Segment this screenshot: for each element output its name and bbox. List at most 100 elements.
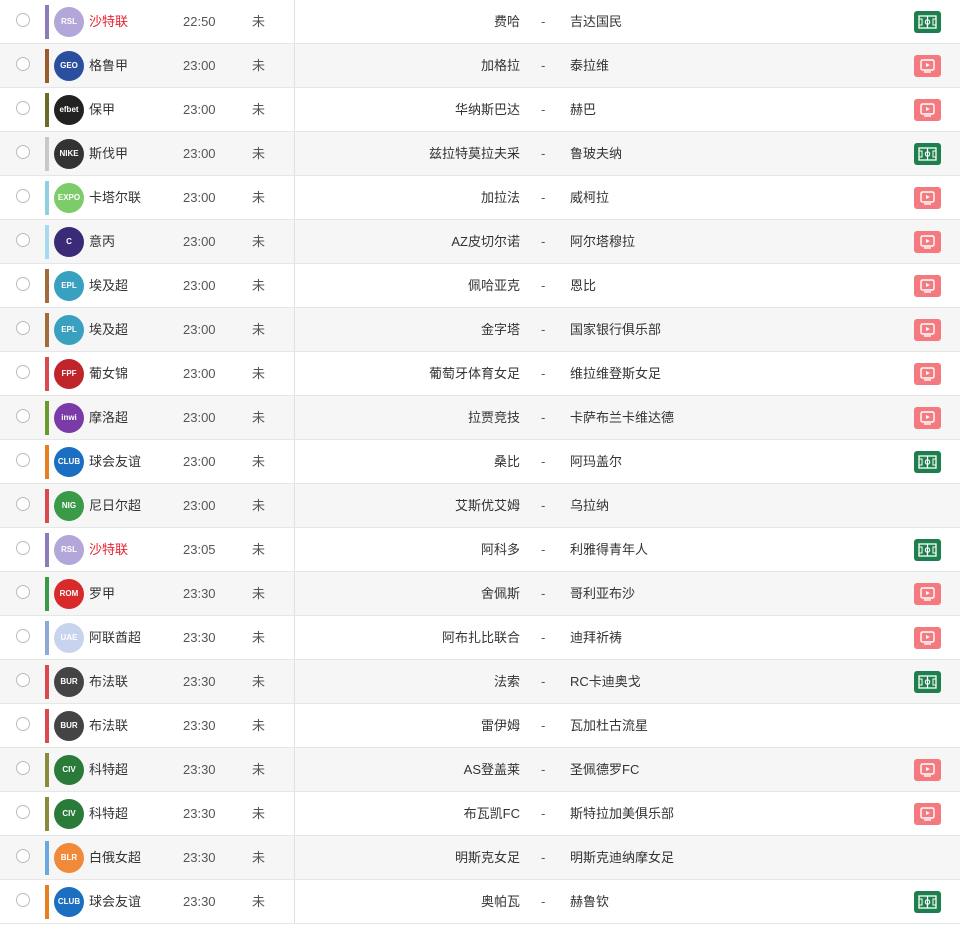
tv-icon[interactable] bbox=[914, 187, 941, 209]
home-team[interactable]: 法索 bbox=[320, 660, 520, 703]
table-row[interactable]: CIV 科特超 23:30 未 AS登盖莱 - 圣佩德罗FC bbox=[0, 748, 960, 792]
home-team[interactable]: 拉贾竞技 bbox=[320, 396, 520, 439]
select-radio[interactable] bbox=[16, 761, 30, 775]
league-name[interactable]: 葡女锦 bbox=[89, 352, 179, 395]
select-radio[interactable] bbox=[16, 717, 30, 731]
field-icon[interactable] bbox=[914, 891, 941, 913]
home-team[interactable]: 华纳斯巴达 bbox=[320, 88, 520, 131]
tv-icon[interactable] bbox=[914, 627, 941, 649]
tv-icon[interactable] bbox=[914, 803, 941, 825]
select-radio[interactable] bbox=[16, 585, 30, 599]
tv-icon[interactable] bbox=[914, 231, 941, 253]
away-team[interactable]: 卡萨布兰卡维达德 bbox=[570, 396, 770, 439]
away-team[interactable]: 赫巴 bbox=[570, 88, 770, 131]
away-team[interactable]: 乌拉纳 bbox=[570, 484, 770, 527]
select-radio[interactable] bbox=[16, 629, 30, 643]
home-team[interactable]: 费哈 bbox=[320, 0, 520, 43]
home-team[interactable]: 雷伊姆 bbox=[320, 704, 520, 747]
select-radio[interactable] bbox=[16, 145, 30, 159]
table-row[interactable]: ROM 罗甲 23:30 未 舍佩斯 - 哥利亚布沙 bbox=[0, 572, 960, 616]
table-row[interactable]: BLR 白俄女超 23:30 未 明斯克女足 - 明斯克迪纳摩女足 bbox=[0, 836, 960, 880]
select-radio[interactable] bbox=[16, 57, 30, 71]
away-team[interactable]: 泰拉维 bbox=[570, 44, 770, 87]
table-row[interactable]: RSL 沙特联 22:50 未 费哈 - 吉达国民 bbox=[0, 0, 960, 44]
league-name[interactable]: 沙特联 bbox=[89, 528, 179, 571]
away-team[interactable]: 斯特拉加美俱乐部 bbox=[570, 792, 770, 835]
table-row[interactable]: inwi 摩洛超 23:00 未 拉贾竞技 - 卡萨布兰卡维达德 bbox=[0, 396, 960, 440]
home-team[interactable]: 兹拉特莫拉夫采 bbox=[320, 132, 520, 175]
home-team[interactable]: 奥帕瓦 bbox=[320, 880, 520, 923]
league-name[interactable]: 布法联 bbox=[89, 660, 179, 703]
home-team[interactable]: 阿布扎比联合 bbox=[320, 616, 520, 659]
away-team[interactable]: 赫鲁钦 bbox=[570, 880, 770, 923]
tv-icon[interactable] bbox=[914, 759, 941, 781]
away-team[interactable]: 阿尔塔穆拉 bbox=[570, 220, 770, 263]
tv-icon[interactable] bbox=[914, 99, 941, 121]
league-name[interactable]: 保甲 bbox=[89, 88, 179, 131]
select-radio[interactable] bbox=[16, 497, 30, 511]
select-radio[interactable] bbox=[16, 453, 30, 467]
league-name[interactable]: 斯伐甲 bbox=[89, 132, 179, 175]
select-radio[interactable] bbox=[16, 541, 30, 555]
away-team[interactable]: 鲁玻夫纳 bbox=[570, 132, 770, 175]
table-row[interactable]: RSL 沙特联 23:05 未 阿科多 - 利雅得青年人 bbox=[0, 528, 960, 572]
league-name[interactable]: 白俄女超 bbox=[89, 836, 179, 879]
league-name[interactable]: 尼日尔超 bbox=[89, 484, 179, 527]
select-radio[interactable] bbox=[16, 893, 30, 907]
home-team[interactable]: AZ皮切尔诺 bbox=[320, 220, 520, 263]
home-team[interactable]: 布瓦凯FC bbox=[320, 792, 520, 835]
league-name[interactable]: 阿联酋超 bbox=[89, 616, 179, 659]
select-radio[interactable] bbox=[16, 321, 30, 335]
table-row[interactable]: BUR 布法联 23:30 未 法索 - RC卡迪奥戈 bbox=[0, 660, 960, 704]
table-row[interactable]: efbet 保甲 23:00 未 华纳斯巴达 - 赫巴 bbox=[0, 88, 960, 132]
league-name[interactable]: 沙特联 bbox=[89, 0, 179, 43]
away-team[interactable]: 维拉维登斯女足 bbox=[570, 352, 770, 395]
table-row[interactable]: NIKE 斯伐甲 23:00 未 兹拉特莫拉夫采 - 鲁玻夫纳 bbox=[0, 132, 960, 176]
league-name[interactable]: 科特超 bbox=[89, 748, 179, 791]
table-row[interactable]: CIV 科特超 23:30 未 布瓦凯FC - 斯特拉加美俱乐部 bbox=[0, 792, 960, 836]
select-radio[interactable] bbox=[16, 673, 30, 687]
league-name[interactable]: 意丙 bbox=[89, 220, 179, 263]
tv-icon[interactable] bbox=[914, 407, 941, 429]
tv-icon[interactable] bbox=[914, 55, 941, 77]
tv-icon[interactable] bbox=[914, 275, 941, 297]
league-name[interactable]: 埃及超 bbox=[89, 308, 179, 351]
table-row[interactable]: FPF 葡女锦 23:00 未 葡萄牙体育女足 - 维拉维登斯女足 bbox=[0, 352, 960, 396]
select-radio[interactable] bbox=[16, 849, 30, 863]
tv-icon[interactable] bbox=[914, 363, 941, 385]
away-team[interactable]: 威柯拉 bbox=[570, 176, 770, 219]
home-team[interactable]: AS登盖莱 bbox=[320, 748, 520, 791]
field-icon[interactable] bbox=[914, 671, 941, 693]
field-icon[interactable] bbox=[914, 143, 941, 165]
league-name[interactable]: 布法联 bbox=[89, 704, 179, 747]
home-team[interactable]: 艾斯优艾姆 bbox=[320, 484, 520, 527]
select-radio[interactable] bbox=[16, 233, 30, 247]
league-name[interactable]: 摩洛超 bbox=[89, 396, 179, 439]
home-team[interactable]: 桑比 bbox=[320, 440, 520, 483]
league-name[interactable]: 卡塔尔联 bbox=[89, 176, 179, 219]
home-team[interactable]: 金字塔 bbox=[320, 308, 520, 351]
home-team[interactable]: 阿科多 bbox=[320, 528, 520, 571]
away-team[interactable]: RC卡迪奥戈 bbox=[570, 660, 770, 703]
table-row[interactable]: C 意丙 23:00 未 AZ皮切尔诺 - 阿尔塔穆拉 bbox=[0, 220, 960, 264]
select-radio[interactable] bbox=[16, 277, 30, 291]
league-name[interactable]: 格鲁甲 bbox=[89, 44, 179, 87]
field-icon[interactable] bbox=[914, 11, 941, 33]
away-team[interactable]: 迪拜祈祷 bbox=[570, 616, 770, 659]
table-row[interactable]: CLUB 球会友谊 23:30 未 奥帕瓦 - 赫鲁钦 bbox=[0, 880, 960, 924]
home-team[interactable]: 葡萄牙体育女足 bbox=[320, 352, 520, 395]
select-radio[interactable] bbox=[16, 101, 30, 115]
away-team[interactable]: 瓦加杜古流星 bbox=[570, 704, 770, 747]
away-team[interactable]: 吉达国民 bbox=[570, 0, 770, 43]
table-row[interactable]: GEO 格鲁甲 23:00 未 加格拉 - 泰拉维 bbox=[0, 44, 960, 88]
away-team[interactable]: 国家银行俱乐部 bbox=[570, 308, 770, 351]
field-icon[interactable] bbox=[914, 451, 941, 473]
league-name[interactable]: 球会友谊 bbox=[89, 880, 179, 923]
league-name[interactable]: 科特超 bbox=[89, 792, 179, 835]
away-team[interactable]: 恩比 bbox=[570, 264, 770, 307]
away-team[interactable]: 圣佩德罗FC bbox=[570, 748, 770, 791]
table-row[interactable]: UAE 阿联酋超 23:30 未 阿布扎比联合 - 迪拜祈祷 bbox=[0, 616, 960, 660]
table-row[interactable]: NIG 尼日尔超 23:00 未 艾斯优艾姆 - 乌拉纳 bbox=[0, 484, 960, 528]
table-row[interactable]: CLUB 球会友谊 23:00 未 桑比 - 阿玛盖尔 bbox=[0, 440, 960, 484]
select-radio[interactable] bbox=[16, 805, 30, 819]
